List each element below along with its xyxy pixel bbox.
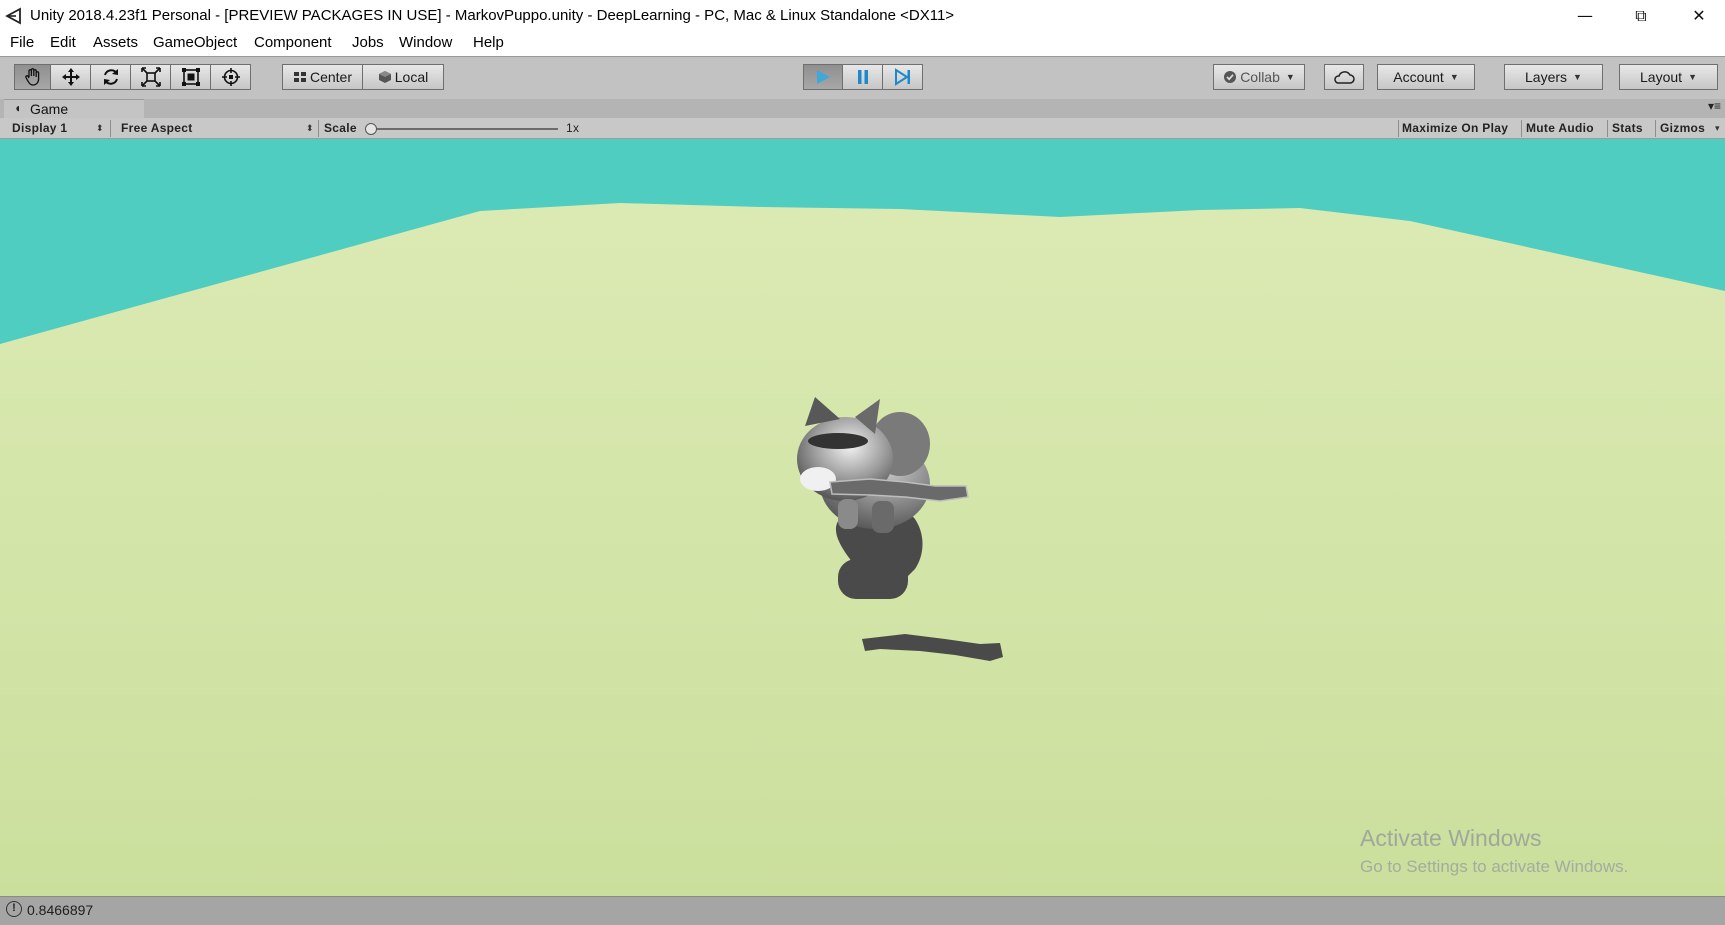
game-scene <box>0 139 1725 896</box>
transform-tool-button[interactable] <box>211 64 251 90</box>
menu-edit[interactable]: Edit <box>50 34 76 51</box>
close-button[interactable]: ✕ <box>1676 0 1722 31</box>
scale-value: 1x <box>566 121 580 135</box>
scale-slider-track[interactable] <box>372 128 558 130</box>
separator <box>110 120 111 137</box>
scale-label: Scale <box>324 121 357 135</box>
separator <box>1607 120 1608 137</box>
layers-dropdown[interactable]: Layers ▼ <box>1504 64 1603 90</box>
main-toolbar: Center Local Collab ▼ Account ▼ Layers ▼… <box>0 56 1725 99</box>
account-label: Account <box>1393 69 1444 85</box>
dog-leg <box>838 499 858 529</box>
display-dropdown[interactable]: Display 1 <box>12 118 67 139</box>
chevron-down-icon: ▼ <box>1573 72 1582 82</box>
pause-button[interactable] <box>843 64 883 90</box>
tab-game-label: Game <box>30 101 69 117</box>
move-tool-icon <box>61 68 80 86</box>
pacman-icon: ◖ <box>14 101 22 115</box>
chevron-down-icon: ▾ <box>1715 123 1720 133</box>
play-icon <box>817 70 830 84</box>
menu-window[interactable]: Window <box>399 34 452 51</box>
hand-tool-icon <box>24 68 39 86</box>
activate-windows-subtitle: Go to Settings to activate Windows. <box>1360 857 1629 876</box>
dog-leg <box>872 501 894 533</box>
transform-tools <box>14 64 251 90</box>
pivot-center-label: Center <box>309 69 353 85</box>
title-bar: Unity 2018.4.23f1 Personal - [PREVIEW PA… <box>0 0 1725 31</box>
collab-dropdown[interactable]: Collab ▼ <box>1213 64 1305 90</box>
stats-toggle[interactable]: Stats <box>1612 118 1643 139</box>
chevron-down-icon: ▼ <box>1688 72 1697 82</box>
menu-bar: File Edit Assets GameObject Component Jo… <box>0 31 1725 56</box>
layers-label: Layers <box>1525 69 1568 85</box>
tab-game[interactable]: ◖ Game <box>4 99 144 118</box>
menu-help[interactable]: Help <box>473 34 504 51</box>
game-tab-strip: ◖ Game ▾≡ <box>0 99 1725 118</box>
unity-logo-icon <box>5 7 21 25</box>
rect-tool-button[interactable] <box>171 64 211 90</box>
separator <box>1655 120 1656 137</box>
pivot-controls: Center Local <box>282 64 444 90</box>
updown-arrow-icon: ⬍ <box>96 123 104 133</box>
scale-tool-button[interactable] <box>131 64 171 90</box>
transform-tool-icon <box>221 68 240 86</box>
checkmark-icon <box>1224 71 1237 83</box>
cloud-icon <box>1334 71 1355 84</box>
menu-assets[interactable]: Assets <box>93 34 138 51</box>
menu-component[interactable]: Component <box>254 34 332 51</box>
aspect-dropdown[interactable]: Free Aspect <box>121 118 193 139</box>
rotate-tool-button[interactable] <box>91 64 131 90</box>
game-view[interactable] <box>0 139 1725 896</box>
console-last-message[interactable]: 0.8466897 <box>27 902 93 918</box>
pivot-local-label: Local <box>394 69 429 85</box>
pivot-local-button[interactable]: Local <box>363 64 444 90</box>
minimize-button[interactable]: — <box>1562 0 1608 31</box>
play-button[interactable] <box>803 64 843 90</box>
separator <box>318 120 319 137</box>
collab-label: Collab <box>1240 69 1280 85</box>
play-controls <box>803 64 923 90</box>
pause-icon <box>857 70 868 84</box>
menu-jobs[interactable]: Jobs <box>352 34 384 51</box>
rect-tool-icon <box>181 68 200 86</box>
restore-button[interactable]: ⧉ <box>1618 0 1664 31</box>
separator <box>1521 120 1522 137</box>
chevron-down-icon: ▼ <box>1285 72 1295 82</box>
dog-eyes <box>808 433 868 449</box>
activate-windows-title: Activate Windows <box>1360 825 1542 851</box>
move-tool-button[interactable] <box>51 64 91 90</box>
rotate-tool-icon <box>103 69 118 85</box>
layout-group: Layout ▼ <box>1619 64 1718 90</box>
pivot-center-icon <box>293 72 306 82</box>
step-icon <box>894 68 910 86</box>
scale-tool-icon <box>140 67 161 87</box>
cloud-button[interactable] <box>1324 64 1364 90</box>
chevron-down-icon: ▼ <box>1449 72 1459 82</box>
menu-gameobject[interactable]: GameObject <box>153 34 237 51</box>
cloud-group <box>1324 64 1364 90</box>
maximize-on-play-toggle[interactable]: Maximize On Play <box>1402 118 1508 139</box>
menu-file[interactable]: File <box>10 34 34 51</box>
layers-group: Layers ▼ <box>1504 64 1603 90</box>
gizmos-dropdown[interactable]: Gizmos <box>1660 118 1705 139</box>
window-title: Unity 2018.4.23f1 Personal - [PREVIEW PA… <box>30 7 955 24</box>
mute-audio-toggle[interactable]: Mute Audio <box>1526 118 1594 139</box>
pivot-center-button[interactable]: Center <box>282 64 363 90</box>
dog-shadow-leg <box>838 559 908 599</box>
hand-tool-button[interactable] <box>14 64 51 90</box>
layout-dropdown[interactable]: Layout ▼ <box>1619 64 1718 90</box>
scale-slider-thumb[interactable] <box>365 123 377 135</box>
account-dropdown[interactable]: Account ▼ <box>1377 64 1475 90</box>
game-view-controls: Display 1 ⬍ Free Aspect ⬍ Scale 1x Maxim… <box>0 118 1725 139</box>
layout-label: Layout <box>1640 69 1683 85</box>
step-button[interactable] <box>883 64 923 90</box>
separator <box>1398 120 1399 137</box>
cube-icon <box>378 71 391 83</box>
account-group: Account ▼ <box>1377 64 1475 90</box>
status-bar: ! 0.8466897 <box>0 896 1725 925</box>
info-icon: ! <box>6 901 22 917</box>
collab-group: Collab ▼ <box>1213 64 1305 90</box>
updown-arrow-icon: ⬍ <box>306 123 314 133</box>
tab-menu-icon[interactable]: ▾≡ <box>1708 99 1721 113</box>
